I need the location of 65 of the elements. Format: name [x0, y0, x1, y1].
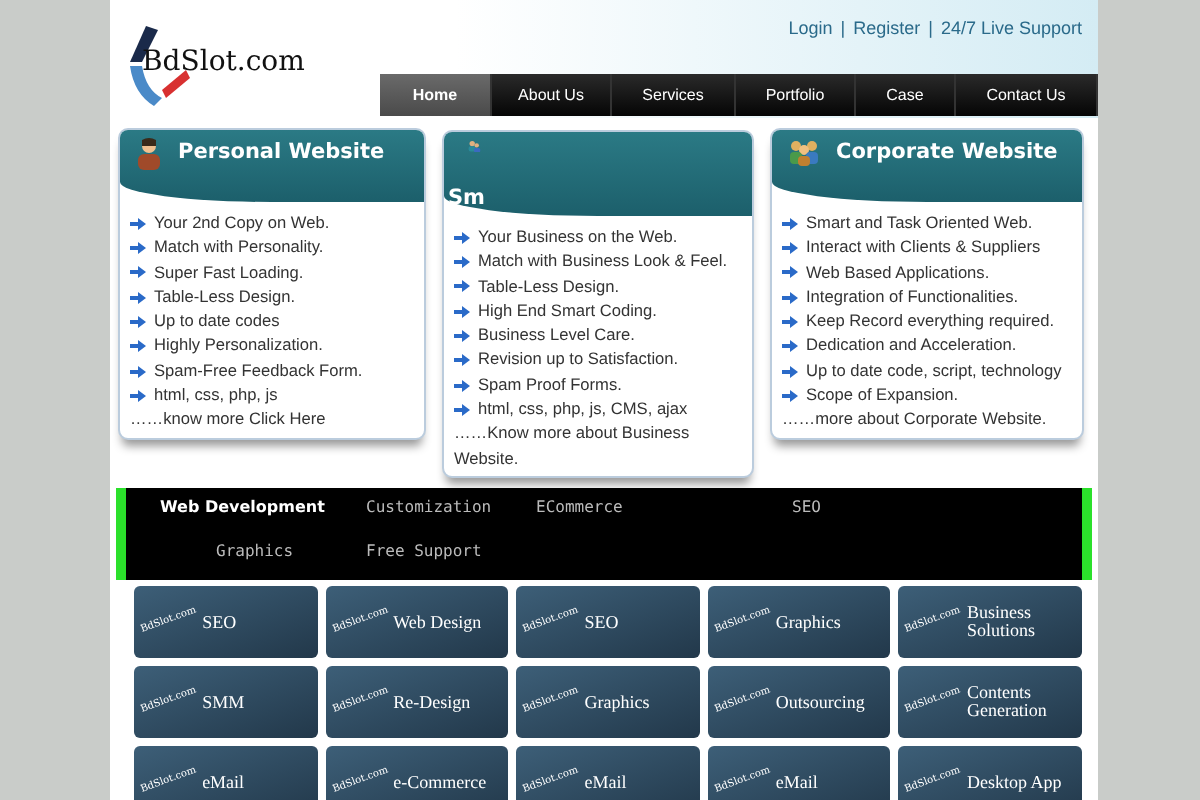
feature-item: Up to date code, script, technology: [782, 357, 1074, 383]
feature-item: Web Based Applications.: [782, 259, 1074, 284]
separator: |: [840, 16, 846, 42]
nav-link[interactable]: About Us: [492, 74, 612, 116]
nav-link[interactable]: Portfolio: [736, 74, 856, 116]
card-title: Sm: [448, 184, 488, 215]
feature-item: Table-Less Design.: [454, 273, 744, 298]
feature-item: html, css, php, js, CMS, ajax: [454, 396, 744, 421]
feature-item: Scope of Expansion.: [782, 382, 1074, 407]
tile-label: eMail: [202, 773, 245, 791]
tile-label: Web Design: [393, 613, 482, 631]
service-tab[interactable]: Web Development: [160, 496, 325, 520]
feature-item: Highly Personalization.: [130, 332, 416, 358]
logo[interactable]: BdSlot.com: [142, 42, 305, 84]
top-link[interactable]: 24/7 Live Support: [940, 16, 1082, 74]
feature-item: Super Fast Loading.: [130, 259, 416, 284]
service-tab[interactable]: Customization: [366, 496, 492, 520]
more-link[interactable]: ……know more Click Here: [130, 406, 416, 432]
more-link[interactable]: ……more about Corporate Website.: [782, 406, 1074, 432]
service-tab[interactable]: Free Support: [366, 540, 482, 564]
tile-label: SEO: [202, 613, 237, 631]
tile-label: Business Solutions: [966, 604, 1037, 640]
top-link[interactable]: Login: [788, 16, 833, 74]
nav-link[interactable]: Services: [612, 74, 736, 116]
tile-label: Re-Design: [393, 693, 471, 711]
card-title: Corporate Website: [836, 138, 1058, 168]
feature-item: Spam-Free Feedback Form.: [130, 357, 416, 383]
nav-link[interactable]: Home: [380, 74, 492, 116]
tile-label: eMail: [584, 773, 627, 791]
feature-item: Match with Business Look & Feel.: [454, 248, 744, 274]
tile-label: SMM: [202, 693, 245, 711]
feature-item: Your 2nd Copy on Web.: [130, 210, 416, 235]
separator: |: [928, 16, 933, 42]
feature-item: Spam Proof Forms.: [454, 371, 744, 397]
service-tab[interactable]: Graphics: [216, 540, 294, 564]
tile-label: Contents Generation: [966, 684, 1049, 720]
tile-label: e-Commerce: [393, 773, 487, 791]
feature-item: High End Smart Coding.: [454, 297, 744, 323]
feature-item: Interact with Clients & Suppliers: [782, 234, 1074, 260]
tile-label: eMail: [775, 773, 818, 791]
card-title: Personal Website: [178, 138, 385, 168]
feature-item: html, css, php, js: [130, 382, 416, 407]
feature-item: Match with Personality.: [130, 234, 416, 260]
nav-link[interactable]: Case: [856, 74, 956, 116]
tile-label: SEO: [584, 613, 619, 631]
service-tab[interactable]: SEO: [792, 496, 821, 520]
feature-item: Dedication and Acceleration.: [782, 332, 1074, 358]
feature-item: Business Level Care.: [454, 322, 744, 347]
tile-label: Graphics: [775, 613, 841, 631]
more-link[interactable]: ……Know more about Business Website.: [454, 420, 744, 470]
feature-item: Table-Less Design.: [130, 283, 416, 309]
feature-item: Integration of Functionalities.: [782, 283, 1074, 309]
service-tab[interactable]: ECommerce: [536, 496, 623, 520]
tile-label: Graphics: [584, 693, 650, 711]
feature-item: Revision up to Satisfaction.: [454, 346, 744, 372]
top-link[interactable]: Register: [853, 16, 921, 74]
group-icon: [788, 138, 820, 166]
tile-label: Outsourcing: [775, 693, 865, 711]
nav-link[interactable]: Contact Us: [956, 74, 1098, 116]
feature-item: Keep Record everything required.: [782, 308, 1074, 333]
person-icon: [136, 138, 162, 170]
feature-item: Up to date codes: [130, 308, 416, 333]
feature-item: Smart and Task Oriented Web.: [782, 210, 1074, 235]
feature-item: Your Business on the Web.: [454, 224, 744, 249]
tile-label: Desktop App: [966, 773, 1062, 791]
